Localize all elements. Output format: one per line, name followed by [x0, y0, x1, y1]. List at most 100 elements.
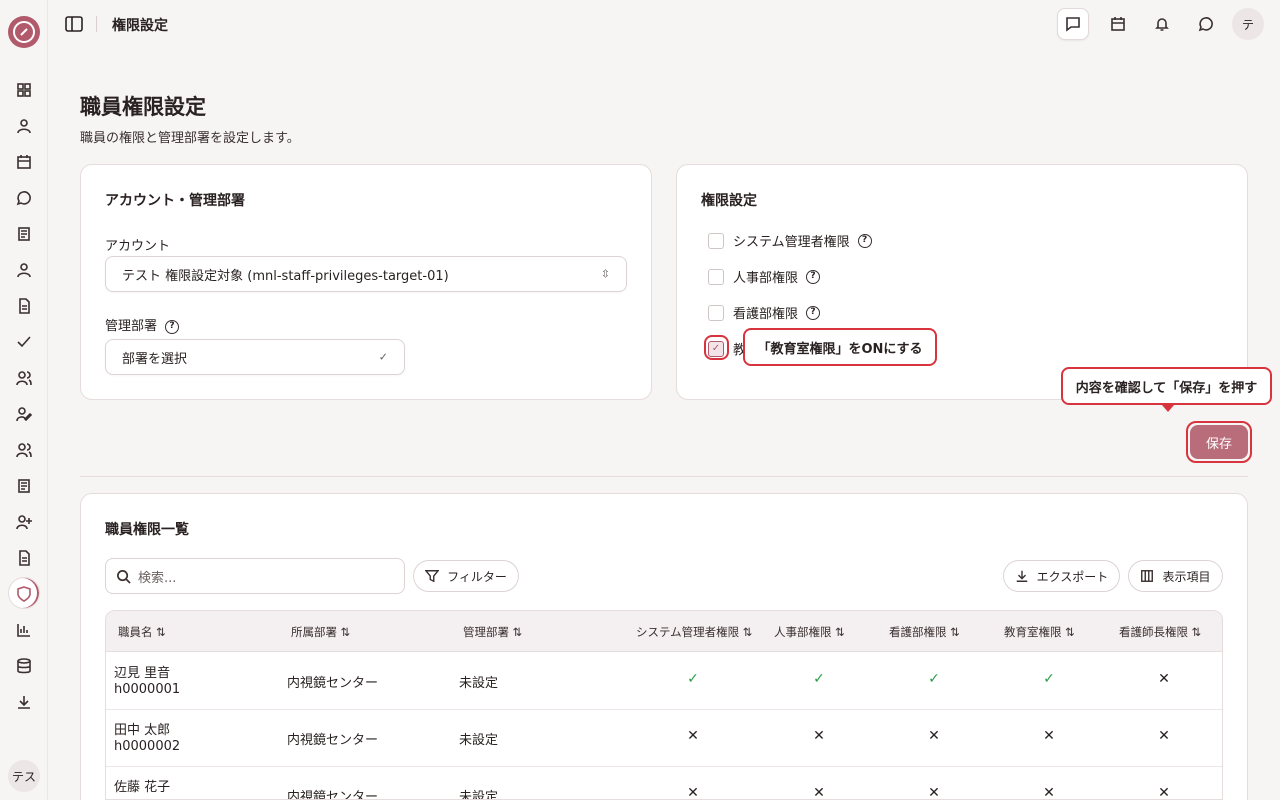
callout-arrow [1162, 405, 1174, 412]
row-divider [106, 766, 1222, 767]
database-icon[interactable] [14, 656, 34, 676]
row2-name: 田中 太郎 [114, 723, 171, 738]
col-managed[interactable]: 管理部署 ⇅ [463, 624, 522, 640]
filter-button[interactable]: フィルター [413, 560, 519, 592]
sidebar: テス [0, 0, 48, 800]
permission-hr[interactable]: 人事部権限? [708, 267, 821, 286]
checkbox[interactable] [708, 232, 724, 249]
check-icon: ✓ [378, 350, 388, 364]
check-icon[interactable] [14, 332, 34, 352]
help-icon[interactable]: ? [806, 305, 821, 320]
help-icon[interactable]: ? [165, 319, 180, 334]
save-button[interactable]: 保存 [1190, 425, 1248, 459]
header: 権限設定 テ [48, 0, 1280, 48]
page-subtitle: 職員の権限と管理部署を設定します。 [80, 131, 300, 146]
file-icon[interactable] [14, 548, 34, 568]
row-divider [106, 709, 1222, 710]
export-button[interactable]: エクスポート [1003, 560, 1120, 592]
columns-button[interactable]: 表示項目 [1128, 560, 1223, 592]
header-title: 権限設定 [112, 18, 168, 34]
table-header: 職員名 ⇅ 所属部署 ⇅ 管理部署 ⇅ システム管理者権限 ⇅ 人事部権限 ⇅ … [106, 611, 1222, 652]
filter-icon [425, 570, 440, 583]
cross-icon: ✕ [1158, 728, 1170, 744]
user-edit-icon[interactable] [14, 404, 34, 424]
save-callout: 内容を確認して「保存」を押す [1061, 367, 1272, 405]
help-icon[interactable]: ? [806, 269, 821, 284]
chat-icon[interactable] [14, 188, 34, 208]
permission-table: 職員名 ⇅ 所属部署 ⇅ 管理部署 ⇅ システム管理者権限 ⇅ 人事部権限 ⇅ … [105, 610, 1223, 800]
row1-managed: 未設定 [459, 676, 499, 691]
list-icon[interactable] [14, 476, 34, 496]
cross-icon: ✕ [928, 785, 940, 800]
account-label: アカウント [105, 239, 171, 254]
cross-icon: ✕ [1158, 785, 1170, 800]
person-icon[interactable] [14, 260, 34, 280]
chat-icon [1198, 17, 1213, 32]
group-icon[interactable] [14, 440, 34, 460]
cross-icon: ✕ [813, 785, 825, 800]
user-icon[interactable] [14, 116, 34, 136]
permission-system-admin[interactable]: システム管理者権限? [708, 231, 872, 250]
cross-icon: ✕ [813, 728, 825, 744]
account-select[interactable]: テスト 権限設定対象 (mnl-staff-privileges-target-… [105, 256, 627, 292]
header-avatar[interactable]: テ [1232, 8, 1264, 40]
row1-name: 辺見 里音 [114, 666, 171, 681]
bell-icon [1155, 18, 1169, 31]
download-icon [1016, 570, 1027, 582]
check-icon: ✓ [928, 671, 940, 687]
users-icon[interactable] [14, 368, 34, 388]
col-hr[interactable]: 人事部権限 ⇅ [774, 624, 845, 640]
download-icon[interactable] [14, 692, 34, 712]
col-dept[interactable]: 所属部署 ⇅ [291, 624, 350, 640]
col-education[interactable]: 教育室権限 ⇅ [1004, 624, 1075, 640]
user-avatar[interactable]: テス [8, 760, 40, 792]
calendar-icon [1111, 17, 1125, 31]
section-divider [80, 476, 1248, 477]
checkbox[interactable] [708, 304, 724, 321]
dashboard-icon[interactable] [14, 80, 34, 100]
help-icon[interactable]: ? [857, 233, 872, 248]
page-title: 職員権限設定 [80, 95, 206, 119]
search-icon [117, 570, 131, 584]
dept-select[interactable]: 部署を選択 ✓ [105, 339, 405, 375]
shield-icon[interactable] [14, 584, 34, 604]
document-icon[interactable] [14, 296, 34, 316]
dept-label: 管理部署? [105, 315, 180, 334]
col-head-nurse[interactable]: 看護師長権限 ⇅ [1119, 624, 1201, 640]
row2-id: h0000002 [114, 739, 181, 754]
user-add-icon[interactable] [14, 512, 34, 532]
chevron-updown-icon: ⇳ [600, 267, 610, 281]
message-button[interactable] [1057, 8, 1089, 40]
checkbox[interactable] [708, 268, 724, 285]
check-icon: ✓ [687, 671, 699, 687]
search-input[interactable]: 検索... [105, 558, 405, 594]
header-divider [96, 16, 97, 32]
account-value: テスト 権限設定対象 (mnl-staff-privileges-target-… [122, 268, 449, 284]
row1-dept: 内視鏡センター [287, 676, 379, 691]
row3-managed: 未設定 [459, 790, 499, 800]
cross-icon: ✕ [928, 728, 940, 744]
checkbox-highlight [704, 335, 729, 360]
columns-icon [1141, 570, 1154, 582]
permission-nursing[interactable]: 看護部権限? [708, 303, 821, 322]
list-title: 職員権限一覧 [105, 522, 189, 538]
app-logo[interactable] [8, 16, 40, 48]
account-card: アカウント・管理部署 アカウント テスト 権限設定対象 (mnl-staff-p… [80, 164, 652, 400]
chat-button[interactable] [1190, 8, 1222, 40]
col-system-admin[interactable]: システム管理者権限 ⇅ [636, 624, 752, 640]
notebook-icon[interactable] [14, 224, 34, 244]
calendar-icon[interactable] [14, 152, 34, 172]
chart-icon[interactable] [14, 620, 34, 640]
check-icon: ✓ [813, 671, 825, 687]
col-nursing[interactable]: 看護部権限 ⇅ [889, 624, 960, 640]
cross-icon: ✕ [687, 728, 699, 744]
sidebar-toggle-icon[interactable] [64, 14, 84, 34]
row1-id: h0000001 [114, 682, 181, 697]
calendar-button[interactable] [1102, 8, 1134, 40]
cross-icon: ✕ [1158, 671, 1170, 687]
row3-dept: 内視鏡センター [287, 790, 379, 800]
account-card-title: アカウント・管理部署 [105, 193, 245, 209]
notification-button[interactable] [1146, 8, 1178, 40]
row3-name: 佐藤 花子 [114, 780, 171, 795]
col-name[interactable]: 職員名 ⇅ [118, 624, 166, 640]
